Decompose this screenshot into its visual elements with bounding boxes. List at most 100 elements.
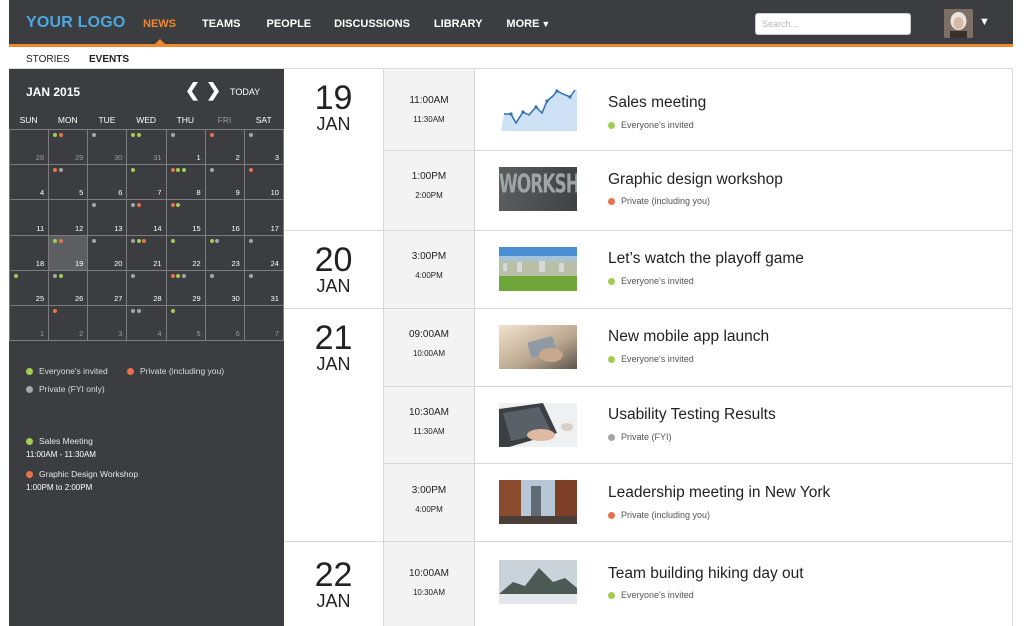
calendar-day-cell[interactable]: 9 [205,165,245,201]
calendar-day-cell[interactable]: 13 [88,200,128,236]
calendar-day-number: 3 [274,153,279,163]
calendar-day-cell[interactable]: 4 [127,305,167,341]
event-end-time: 2:00PM [415,191,443,200]
calendar-day-cell[interactable]: 16 [205,200,245,236]
calendar-day-number: 17 [270,223,279,233]
orange-dot-icon [170,273,175,278]
calendar-day-cell[interactable]: 1 [10,305,50,341]
calendar-day-cell[interactable]: 4 [10,165,50,201]
event-title[interactable]: Let’s watch the playoff game [608,250,804,268]
search-input[interactable] [755,13,911,35]
calendar-day-cell[interactable]: 28 [10,130,50,166]
event-title[interactable]: Sales meeting [608,94,706,112]
nav-teams[interactable]: TEAMS [202,0,241,44]
calendar-day-cell[interactable]: 29 [166,270,206,306]
calendar-day-cell[interactable]: 7 [244,305,284,341]
calendar-day-cell[interactable]: 27 [88,270,128,306]
calendar-day-cell[interactable]: 12 [49,200,89,236]
calendar-day-cell[interactable]: 15 [166,200,206,236]
calendar-day-cell[interactable]: 30 [88,130,128,166]
upcoming-item[interactable]: Sales Meeting 11:00AM - 11:30AM [26,436,96,459]
logo[interactable]: YOUR LOGO [26,14,126,32]
calendar-day-cell[interactable]: 3 [88,305,128,341]
calendar-day-cell[interactable]: 18 [10,235,50,271]
event-title[interactable]: Graphic design workshop [608,171,783,189]
chevron-left-icon[interactable]: ❮ [185,80,200,101]
event-row[interactable]: 10:30AM 11:30AM Usability Testing Result… [384,387,1013,464]
calendar-day-cell[interactable]: 30 [205,270,245,306]
tab-stories[interactable]: STORIES [26,54,70,65]
calendar-day-cell[interactable]: 5 [49,165,89,201]
calendar-day-cell[interactable]: 17 [244,200,284,236]
calendar-day-cell[interactable]: 2 [49,305,89,341]
event-row[interactable]: 3:00PM 4:00PM Leadership meeting in New … [384,464,1013,541]
calendar-day-cell[interactable]: 10 [244,165,284,201]
event-end-time: 4:00PM [415,505,443,514]
event-row[interactable]: 1:00PM 2:00PM WORKSHOP Graphic design wo… [384,151,1013,230]
calendar-day-cell[interactable]: 7 [127,165,167,201]
avatar[interactable] [944,9,973,38]
orange-dot-icon [608,197,615,205]
calendar-day-cell[interactable]: 23 [205,235,245,271]
calendar-day-cell[interactable]: 6 [205,305,245,341]
event-title[interactable]: Team building hiking day out [608,565,804,583]
calendar-day-cell[interactable]: 1 [166,130,206,166]
calendar-day-cell[interactable]: 3 [244,130,284,166]
event-dots [92,133,97,137]
event-dots [209,168,214,173]
green-dot-icon [136,133,141,137]
user-menu-caret-icon[interactable]: ▼ [979,16,990,28]
event-time: 11:00AM 11:30AM [384,69,475,150]
green-dot-icon [176,203,181,208]
calendar-day-cell[interactable]: 22 [166,235,206,271]
nav-more[interactable]: MORE ▼ [506,0,550,44]
nav-discussions[interactable]: DISCUSSIONS [334,0,410,44]
calendar-day-cell[interactable]: 31 [244,270,284,306]
chevron-right-icon[interactable]: ❯ [206,80,221,101]
calendar-day-cell[interactable]: 21 [127,235,167,271]
gray-dot-icon [608,433,615,441]
calendar-day-cell[interactable]: 14 [127,200,167,236]
calendar-day-cell[interactable]: 2 [205,130,245,166]
calendar-day-cell[interactable]: 29 [49,130,89,166]
calendar-day-cell[interactable]: 26 [49,270,89,306]
event-dots [170,133,175,137]
calendar-day-number: 3 [118,329,123,338]
event-title[interactable]: Leadership meeting in New York [608,484,830,502]
event-row[interactable]: 10:00AM 10:30AM Team building hiking day… [384,542,1013,626]
event-row[interactable]: 09:00AM 10:00AM New mobile app launch Ev… [384,309,1013,387]
upcoming-time: 11:00AM - 11:30AM [26,450,96,459]
event-time: 09:00AM 10:00AM [384,309,475,386]
calendar-day-cell[interactable]: 24 [244,235,284,271]
event-row[interactable]: 11:00AM 11:30AM Sales meeting Everyone's… [384,69,1013,151]
nav-news[interactable]: NEWS [143,0,176,44]
event-title[interactable]: New mobile app launch [608,328,769,346]
nav-people[interactable]: PEOPLE [267,0,312,44]
calendar-day-cell[interactable]: 25 [10,270,50,306]
weekday-thu: THU [176,115,195,125]
orange-dot-icon [170,168,175,173]
green-dot-icon [608,277,615,285]
event-row[interactable]: 3:00PM 4:00PM Let’s watch the playoff ga… [384,231,1013,308]
calendar-day-cell[interactable]: 8 [166,165,206,201]
calendar-day-number: 24 [270,258,279,268]
event-dots [53,238,63,243]
calendar-day-cell[interactable]: 31 [127,130,167,166]
calendar-day-cell[interactable]: 6 [88,165,128,201]
today-button[interactable]: TODAY [230,87,260,97]
gray-dot-icon [170,133,175,137]
event-dots [14,273,18,278]
calendar-day-cell[interactable]: 20 [88,235,128,271]
calendar-day-number: 15 [192,223,201,233]
calendar-day-number: 14 [153,223,162,233]
tab-events[interactable]: EVENTS [89,54,129,65]
calendar-day-cell[interactable]: 19 [49,235,89,271]
calendar-day-cell[interactable]: 28 [127,270,167,306]
event-start-time: 11:00AM [409,95,449,106]
calendar-day-cell[interactable]: 11 [10,200,50,236]
event-title[interactable]: Usability Testing Results [608,406,776,424]
event-time: 3:00PM 4:00PM [384,464,475,541]
upcoming-item[interactable]: Graphic Design Workshop 1:00PM to 2:00PM [26,469,138,492]
calendar-day-cell[interactable]: 5 [166,305,206,341]
nav-library[interactable]: LIBRARY [434,0,482,44]
